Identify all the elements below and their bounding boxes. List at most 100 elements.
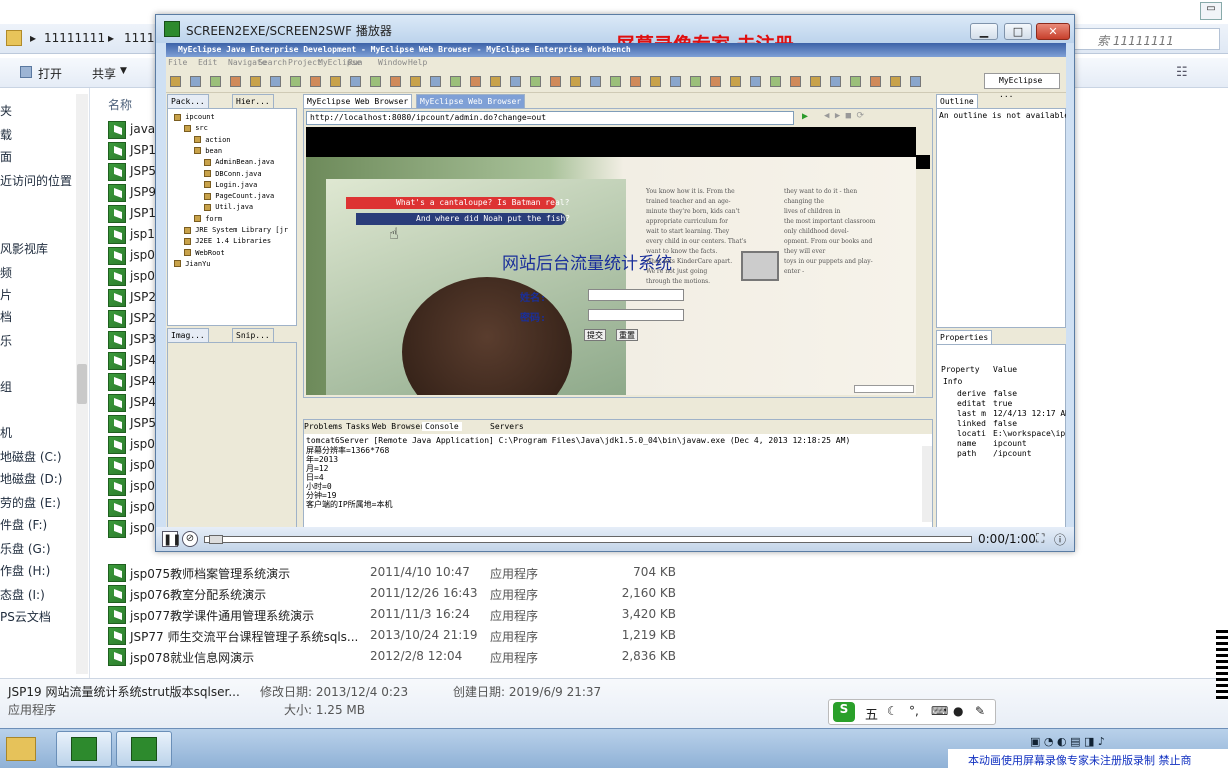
sidebar-item[interactable]: 频 [0, 264, 12, 281]
console-tab[interactable]: Problems [304, 422, 343, 431]
toolbar-icon[interactable] [250, 76, 261, 87]
scroll-thumb[interactable] [77, 364, 87, 404]
toolbar-icon[interactable] [590, 76, 601, 87]
url-field[interactable]: http://localhost:8080/ipcount/admin.do?c… [306, 111, 794, 125]
tab-web-browser-2[interactable]: MyEclipse Web Browser [416, 94, 526, 108]
sidebar-item[interactable]: 件盘 (F:) [0, 516, 47, 533]
toolbar-icon[interactable] [450, 76, 461, 87]
sidebar-scrollbar[interactable] [76, 94, 88, 674]
sidebar-item[interactable]: 片 [0, 286, 12, 303]
tree-item[interactable]: action [194, 136, 231, 144]
toolbar-icon[interactable] [190, 76, 201, 87]
toolbar-icon[interactable] [730, 76, 741, 87]
console-tab[interactable]: Tasks [346, 422, 370, 431]
open-button[interactable]: 打开 [38, 65, 62, 82]
menu-item[interactable]: Run [348, 57, 362, 69]
sidebar-item[interactable]: 风影视库 [0, 240, 48, 257]
toolbar-icon[interactable] [630, 76, 641, 87]
console-tab[interactable]: Web Browser [372, 422, 425, 431]
tree-item[interactable]: DBConn.java [204, 170, 262, 178]
toolbar-icon[interactable] [310, 76, 321, 87]
toolbar-icon[interactable] [270, 76, 281, 87]
moon-icon[interactable]: ☾ [887, 704, 898, 718]
menu-item[interactable]: Help [408, 57, 427, 69]
view-options-icon[interactable]: ☷ [1176, 65, 1188, 80]
toolbar-icon[interactable] [610, 76, 621, 87]
toolbar-icon[interactable] [830, 76, 841, 87]
file-row[interactable]: jsp077教学课件通用管理系统演示 2011/11/3 16:24 应用程序 3,4… [108, 605, 698, 625]
toolbar-icon[interactable] [210, 76, 221, 87]
sidebar-item[interactable]: PS云文档 [0, 608, 51, 625]
file-explorer-taskbar-button[interactable] [0, 731, 44, 767]
tree-item[interactable]: PageCount.java [204, 192, 274, 200]
sidebar-item[interactable]: 载 [0, 126, 12, 143]
tab-outline[interactable]: Outline [936, 94, 978, 108]
toolbar-icon[interactable] [230, 76, 241, 87]
share-button[interactable]: 共享 [92, 65, 116, 82]
sidebar-item[interactable]: 档 [0, 308, 12, 325]
toolbar-icon[interactable] [510, 76, 521, 87]
toolbar-icon[interactable] [290, 76, 301, 87]
toolbar-icon[interactable] [890, 76, 901, 87]
toolbar-icon[interactable] [410, 76, 421, 87]
toolbar-icon[interactable] [550, 76, 561, 87]
toolbar-icon[interactable] [910, 76, 921, 87]
file-row[interactable]: jsp076教室分配系统演示 2011/12/26 16:43 应用程序 2,160 … [108, 584, 698, 604]
browser-nav-icons[interactable]: ◀ ▶ ■ ⟳ [824, 111, 864, 121]
toolbar-icon[interactable] [470, 76, 481, 87]
ime-toolbar[interactable]: S 五 ☾ °, ⌨ ● ✎ [828, 699, 996, 725]
console-tab[interactable]: Servers [490, 422, 524, 431]
toolbar-icon[interactable] [790, 76, 801, 87]
tree-item[interactable]: J2EE 1.4 Libraries [184, 237, 271, 245]
sidebar-item[interactable]: 地磁盘 (C:) [0, 448, 62, 465]
ime-mode[interactable]: 五 [865, 704, 878, 723]
toolbar-icon[interactable] [170, 76, 181, 87]
tree-item[interactable]: src [184, 124, 208, 132]
keyboard-icon[interactable]: ⌨ [931, 704, 948, 718]
menu-item[interactable]: Search [258, 57, 287, 69]
player-titlebar[interactable]: SCREEN2EXE/SCREEN2SWF 播放器 屏幕录像专家 未注册 ▁ □… [156, 15, 1074, 56]
search-input[interactable]: 索 11111111 [1070, 28, 1220, 50]
console-scrollbar[interactable] [922, 446, 932, 522]
sidebar-item[interactable]: 作盘 (H:) [0, 562, 50, 579]
sidebar-item[interactable]: 乐 [0, 332, 12, 349]
tab-snippets[interactable]: Snip... [232, 328, 274, 342]
toolbar-icon[interactable] [330, 76, 341, 87]
toolbar-icon[interactable] [370, 76, 381, 87]
tab-web-browser-1[interactable]: MyEclipse Web Browser [303, 94, 413, 108]
toolbar-icon[interactable] [690, 76, 701, 87]
tab-hierarchy[interactable]: Hier... [232, 94, 274, 108]
sidebar-item[interactable]: 夹 [0, 102, 12, 119]
sidebar-item[interactable]: 面 [0, 148, 12, 165]
toolbar-icon[interactable] [350, 76, 361, 87]
toolbar-icon[interactable] [490, 76, 501, 87]
window-restore-button[interactable]: ▭ [1200, 2, 1222, 20]
tab-properties[interactable]: Properties [936, 330, 993, 344]
toolbar-icon[interactable] [850, 76, 861, 87]
toolbar-icon[interactable] [710, 76, 721, 87]
player-taskbar-button[interactable] [56, 731, 112, 767]
sidebar-item[interactable]: 态盘 (I:) [0, 586, 45, 603]
info-icon[interactable]: ⓘ [1054, 531, 1066, 548]
player-taskbar-button-2[interactable] [116, 731, 172, 767]
user-icon[interactable]: ● [953, 704, 963, 718]
pause-icon[interactable]: ❚❚ [162, 531, 181, 547]
file-row[interactable]: JSP77 师生交流平台课程管理子系统sqls... 2013/10/24 21:… [108, 626, 698, 646]
toolbar-icon[interactable] [770, 76, 781, 87]
tree-item[interactable]: ipcount [174, 113, 215, 121]
sidebar-item[interactable]: 劳的盘 (E:) [0, 494, 61, 511]
tree-item[interactable]: AdminBean.java [204, 158, 274, 166]
toolbar-icon[interactable] [650, 76, 661, 87]
tab-package-explorer[interactable]: Pack... [167, 94, 209, 108]
toolbar-icon[interactable] [750, 76, 761, 87]
seek-bar[interactable] [204, 535, 972, 544]
sidebar-item[interactable]: 组 [0, 378, 12, 395]
reset-button[interactable]: 重置 [616, 329, 638, 341]
breadcrumb-item[interactable]: 11111111 [44, 31, 105, 45]
fullscreen-icon[interactable]: ⛶ [1036, 531, 1044, 546]
go-icon[interactable]: ▶ [802, 111, 808, 122]
toolbar-icon[interactable] [390, 76, 401, 87]
tab-image[interactable]: Imag... [167, 328, 209, 342]
breadcrumb-item[interactable]: 1111 [124, 31, 155, 45]
toolbar-icon[interactable] [430, 76, 441, 87]
